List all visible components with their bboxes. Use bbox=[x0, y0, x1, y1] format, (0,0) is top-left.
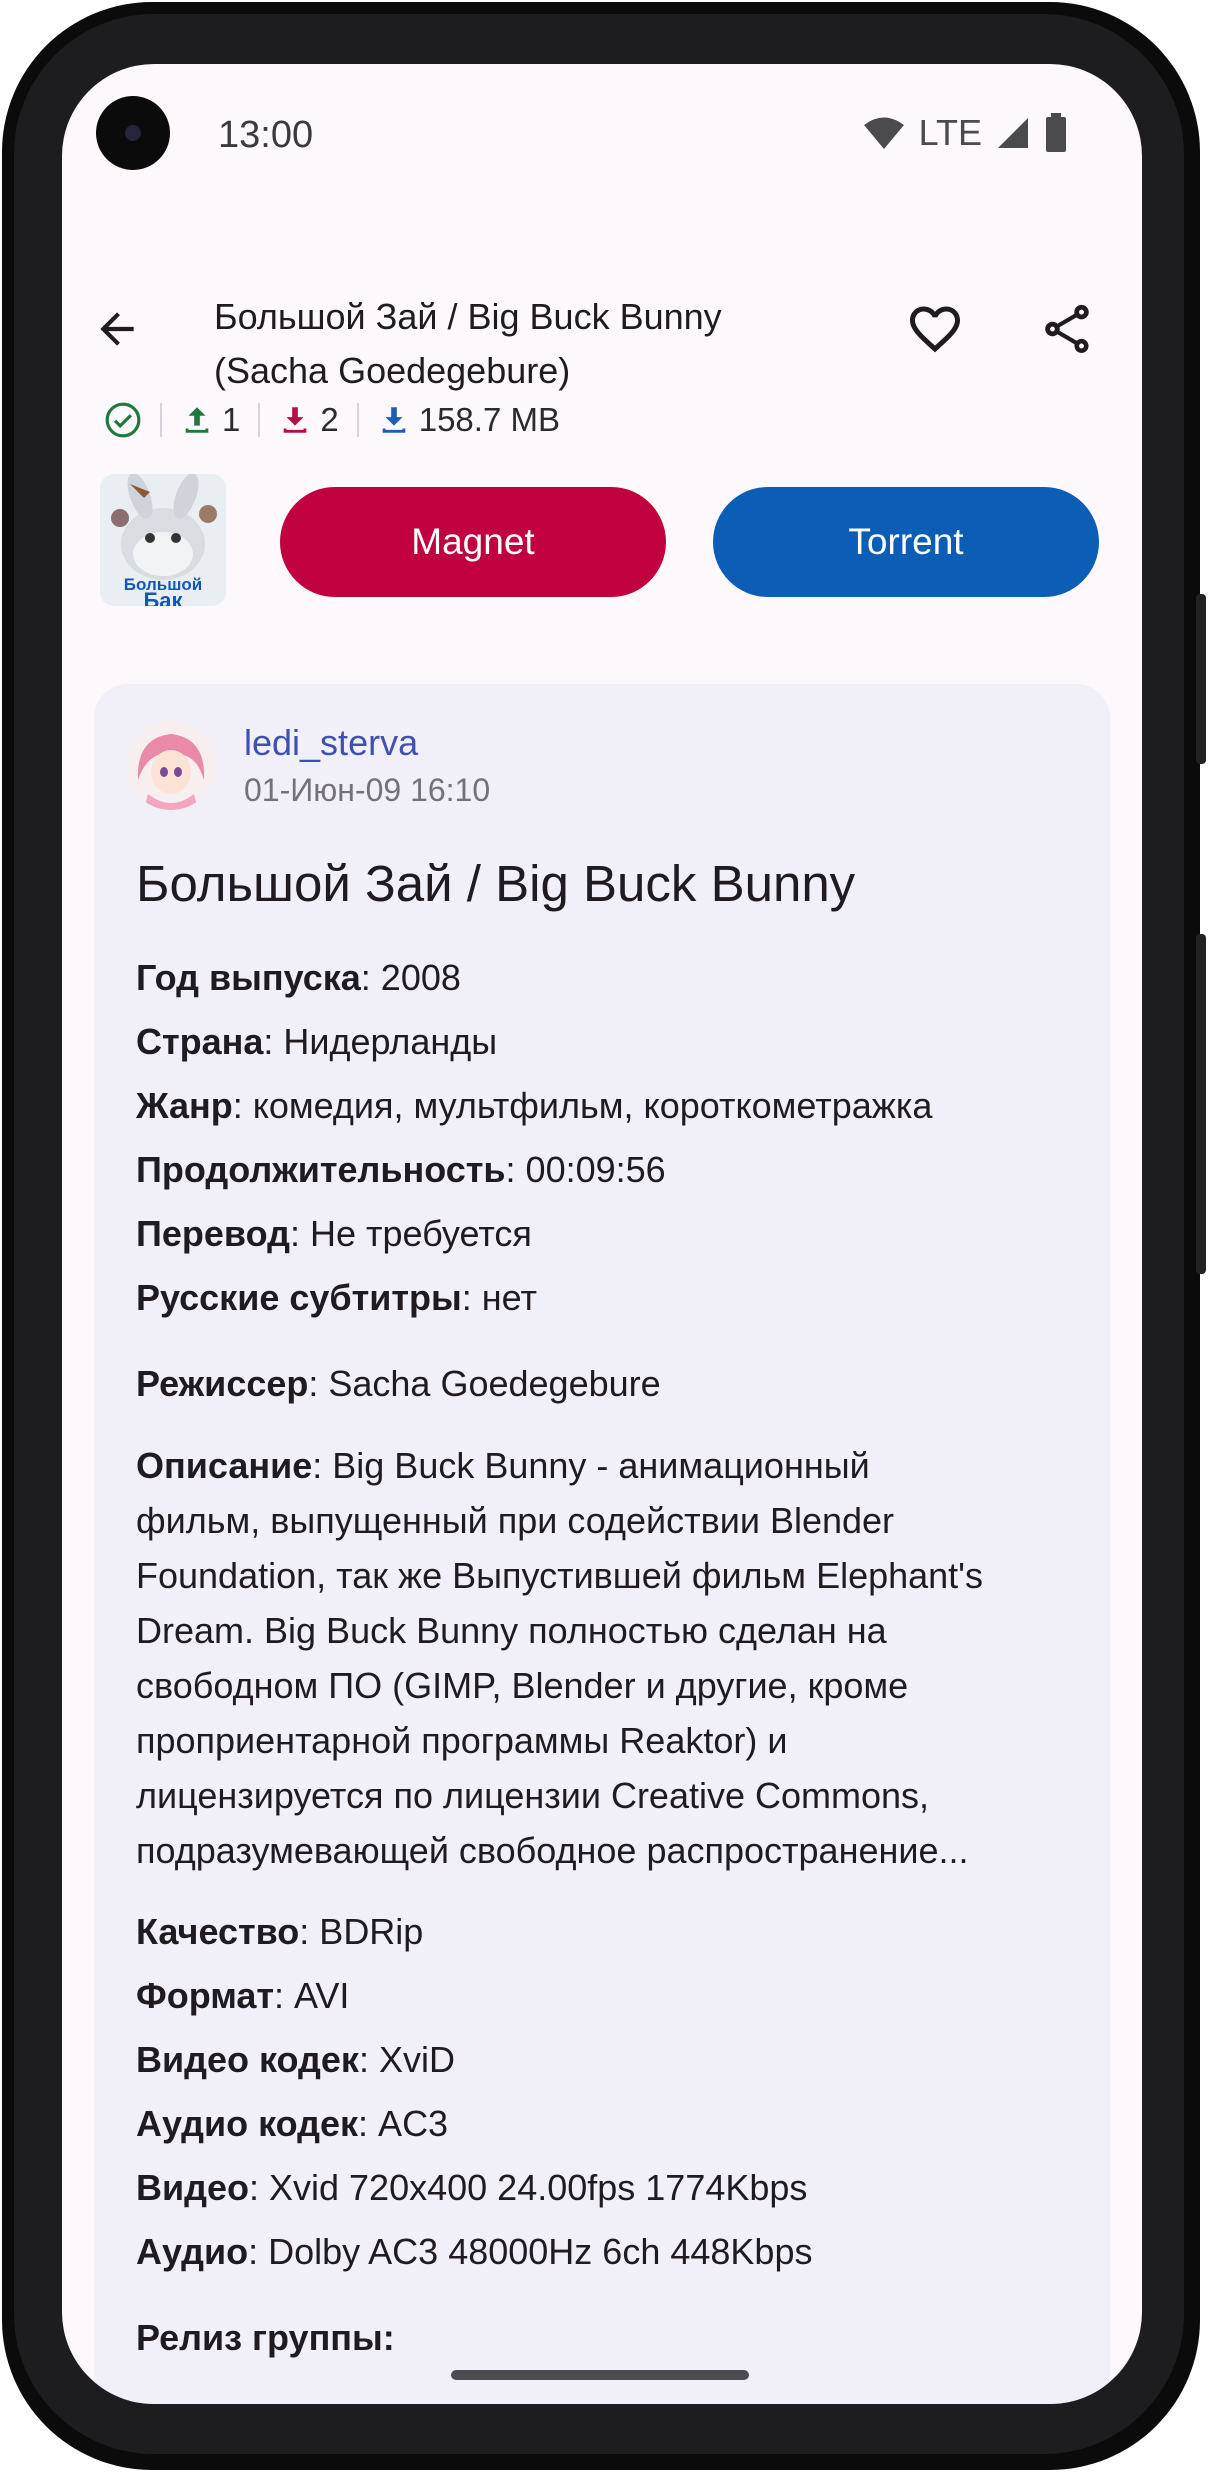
release-group-heading: Релиз группы: bbox=[136, 2317, 395, 2358]
field-row: Качество: BDRip bbox=[136, 1911, 424, 1952]
heart-outline-icon bbox=[910, 306, 960, 353]
signal-icon bbox=[998, 118, 1028, 148]
poster-thumbnail[interactable]: Большой Бак bbox=[100, 474, 226, 606]
post-body: Год выпуска: 2008 Страна: Нидерланды Жан… bbox=[136, 946, 1086, 2370]
post-title: Большой Зай / Big Buck Bunny bbox=[136, 855, 856, 912]
title-line-1: Большой Зай / Big Buck Bunny bbox=[214, 296, 722, 337]
gesture-nav-handle[interactable] bbox=[451, 2370, 749, 2380]
poster-caption-2: Бак bbox=[143, 588, 183, 606]
front-camera bbox=[96, 96, 170, 170]
author-name[interactable]: ledi_sterva bbox=[244, 722, 418, 764]
wifi-icon bbox=[863, 117, 904, 149]
seeds-stat: 1 bbox=[180, 401, 240, 439]
field-row: Аудио: Dolby AC3 48000Hz 6ch 448Kbps bbox=[136, 2231, 813, 2272]
battery-icon bbox=[1046, 113, 1066, 152]
field-row: Видео: Xvid 720x400 24.00fps 1774Kbps bbox=[136, 2167, 808, 2208]
upload-icon bbox=[185, 407, 209, 433]
favorite-button[interactable] bbox=[880, 274, 990, 384]
magnet-button[interactable]: Magnet bbox=[280, 487, 666, 597]
field-row: Жанр: комедия, мультфильм, короткометраж… bbox=[136, 1085, 933, 1126]
avatar-image bbox=[126, 720, 216, 810]
status-bar: 13:00 LTE bbox=[62, 64, 1142, 204]
seeds-count: 1 bbox=[222, 401, 241, 438]
share-button[interactable] bbox=[1012, 274, 1122, 384]
screen: 13:00 LTE Большой Зай / Big Buck Bunny (… bbox=[62, 64, 1142, 2404]
field-row: Аудио кодек: AC3 bbox=[136, 2103, 449, 2144]
power-button bbox=[1196, 934, 1206, 1274]
field-row: Видео кодек: XviD bbox=[136, 2039, 455, 2080]
field-row: Страна: Нидерланды bbox=[136, 1021, 498, 1062]
torrent-button[interactable]: Torrent bbox=[713, 487, 1099, 597]
leeches-stat: 2 bbox=[278, 401, 339, 439]
description: Описание: Big Buck Bunny - анимационный … bbox=[136, 1445, 984, 1871]
download-icon bbox=[284, 407, 307, 433]
field-row: Формат: AVI bbox=[136, 1975, 350, 2016]
size-stat: 158.7 MB bbox=[377, 401, 560, 439]
volume-button bbox=[1196, 594, 1206, 764]
status-clock: 13:00 bbox=[218, 114, 314, 156]
torrent-size: 158.7 MB bbox=[418, 401, 560, 438]
field-row: Год выпуска: 2008 bbox=[136, 957, 461, 998]
author-avatar[interactable] bbox=[126, 720, 216, 810]
stats-divider bbox=[160, 403, 162, 437]
stats-divider bbox=[356, 403, 359, 437]
torrent-stats: 1 2 158.7 MB bbox=[104, 390, 560, 450]
share-icon bbox=[1045, 304, 1089, 353]
stats-divider bbox=[258, 403, 261, 437]
top-app-bar: Большой Зай / Big Buck Bunny (Sacha Goed… bbox=[62, 234, 1142, 391]
post-date: 01-Июн-09 16:10 bbox=[244, 772, 491, 808]
field-row: Продолжительность: 00:09:56 bbox=[136, 1149, 666, 1190]
page-title: Большой Зай / Big Buck Bunny (Sacha Goed… bbox=[214, 290, 834, 398]
field-row: Русские субтитры: нет bbox=[136, 1277, 537, 1318]
file-download-icon bbox=[382, 407, 406, 433]
status-icons: LTE bbox=[863, 112, 1068, 154]
poster-image: Большой Бак bbox=[100, 474, 226, 606]
network-type-label: LTE bbox=[918, 112, 982, 153]
arrow-back-icon bbox=[100, 312, 134, 346]
check-circle-icon bbox=[105, 402, 141, 438]
field-row: Перевод: Не требуется bbox=[136, 1213, 532, 1254]
leeches-count: 2 bbox=[320, 401, 339, 438]
post-card: ledi_sterva 01-Июн-09 16:10 Большой Зай … bbox=[94, 684, 1110, 2404]
director-row: Режиссер: Sacha Goedegebure bbox=[136, 1363, 661, 1404]
back-button[interactable] bbox=[62, 274, 172, 384]
